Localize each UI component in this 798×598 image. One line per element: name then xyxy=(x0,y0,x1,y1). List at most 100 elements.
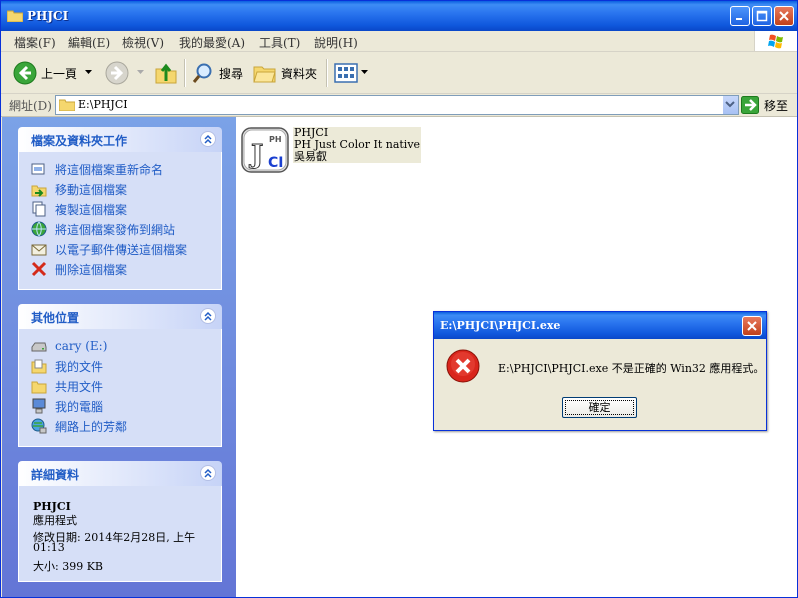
collapse-chevron-icon[interactable] xyxy=(200,308,216,324)
place-drive-e[interactable]: cary (E:) xyxy=(31,337,107,355)
details-title: 詳細資料 xyxy=(31,468,80,482)
dialog-message: E:\PHJCI\PHJCI.exe 不是正確的 Win32 應用程式。 xyxy=(498,362,765,375)
folder-icon xyxy=(6,9,24,23)
error-icon xyxy=(446,349,480,383)
windows-logo-icon xyxy=(754,31,797,51)
address-value: E:\PHJCI xyxy=(78,98,128,111)
chevron-down-icon[interactable] xyxy=(361,70,369,76)
up-folder-icon xyxy=(155,63,177,84)
address-label: 網址(D) xyxy=(9,99,52,113)
place-shared-documents[interactable]: 共用文件 xyxy=(31,377,103,395)
file-tasks-body: 將這個檔案重新命名 移動這個檔案 複製這個檔案 將這個檔案發佈到網站 以電子郵件… xyxy=(18,152,222,290)
menu-help[interactable]: 說明(H) xyxy=(314,34,358,51)
drive-icon xyxy=(31,342,47,352)
other-places-header[interactable]: 其他位置 xyxy=(18,304,222,329)
forward-arrow-icon xyxy=(105,61,129,85)
maximize-button[interactable] xyxy=(752,6,772,26)
back-button[interactable]: 上一頁 xyxy=(13,59,93,87)
folder-icon xyxy=(59,99,75,111)
search-icon xyxy=(192,63,212,83)
ok-button[interactable]: 確定 xyxy=(562,397,637,418)
close-button[interactable] xyxy=(774,6,794,26)
explorer-window: PHJCI 檔案(F) 編輯(E) 檢視(V) 我的最愛(A) 工具(T) 說明… xyxy=(0,0,798,598)
file-tasks-title: 檔案及資料夾工作 xyxy=(31,134,128,148)
details-body: PHJCI 應用程式 修改日期: 2014年2月28日, 上午 01:13 大小… xyxy=(18,486,222,582)
task-publish-web[interactable]: 將這個檔案發佈到網站 xyxy=(31,220,175,238)
task-pane: 檔案及資料夾工作 將這個檔案重新命名 移動這個檔案 複製這個檔案 將這個檔案發佈… xyxy=(2,117,236,597)
search-label: 搜尋 xyxy=(219,66,244,81)
folders-label: 資料夾 xyxy=(281,66,318,81)
task-copy[interactable]: 複製這個檔案 xyxy=(31,200,127,218)
error-dialog: E:\PHJCI\PHJCI.exe E:\PHJCI\PHJCI.exe 不是… xyxy=(433,311,767,431)
chevron-down-icon[interactable] xyxy=(137,70,145,76)
details-size: 大小: 399 KB xyxy=(33,560,103,573)
file-tasks-header[interactable]: 檔案及資料夾工作 xyxy=(18,127,222,152)
folders-icon xyxy=(253,66,276,83)
folders-button[interactable]: 資料夾 xyxy=(253,59,317,87)
details-header[interactable]: 詳細資料 xyxy=(18,461,222,486)
minimize-button[interactable] xyxy=(730,6,750,26)
collapse-chevron-icon[interactable] xyxy=(200,131,216,147)
move-icon xyxy=(31,185,47,197)
toolbar-separator xyxy=(326,59,328,87)
chevron-down-icon[interactable] xyxy=(85,70,93,76)
forward-button[interactable] xyxy=(105,59,145,87)
menu-view[interactable]: 檢視(V) xyxy=(122,34,164,51)
file-tasks-panel: 檔案及資料夾工作 將這個檔案重新命名 移動這個檔案 複製這個檔案 將這個檔案發佈… xyxy=(18,127,222,290)
globe-icon xyxy=(31,221,47,237)
menu-edit[interactable]: 編輯(E) xyxy=(68,34,110,51)
details-panel: 詳細資料 PHJCI 應用程式 修改日期: 2014年2月28日, 上午 01:… xyxy=(18,461,222,582)
file-item-phjci[interactable]: PH J CI PHJCI PH Just Color It native 吳易… xyxy=(241,127,422,175)
place-my-computer[interactable]: 我的電腦 xyxy=(31,397,103,415)
address-input[interactable]: E:\PHJCI xyxy=(55,95,739,115)
phjci-app-icon: PH J CI xyxy=(241,127,289,173)
shared-folder-icon xyxy=(31,381,47,394)
collapse-chevron-icon[interactable] xyxy=(200,465,216,481)
ok-label: 確定 xyxy=(565,400,634,415)
icon-ph-text: PH xyxy=(269,135,282,144)
views-icon xyxy=(334,63,358,83)
my-computer-icon xyxy=(32,398,46,414)
task-email[interactable]: 以電子郵件傳送這個檔案 xyxy=(31,240,187,258)
place-my-documents[interactable]: 我的文件 xyxy=(31,357,103,375)
task-move[interactable]: 移動這個檔案 xyxy=(31,180,127,198)
my-documents-icon xyxy=(31,359,47,374)
back-arrow-icon xyxy=(13,61,37,85)
go-label: 移至 xyxy=(764,98,789,113)
go-arrow-icon xyxy=(741,96,759,114)
network-icon xyxy=(31,418,47,434)
menu-tools[interactable]: 工具(T) xyxy=(259,34,300,51)
address-bar: 網址(D) E:\PHJCI 移至 xyxy=(1,94,797,117)
task-rename[interactable]: 將這個檔案重新命名 xyxy=(31,160,163,178)
dialog-close-button[interactable] xyxy=(742,316,762,336)
menu-favorites[interactable]: 我的最愛(A) xyxy=(179,34,245,51)
title-bar[interactable]: PHJCI xyxy=(1,1,797,31)
rename-icon xyxy=(31,163,45,175)
address-dropdown-button[interactable] xyxy=(722,96,738,114)
details-type: 應用程式 xyxy=(33,514,77,527)
search-button[interactable]: 搜尋 xyxy=(191,59,243,87)
file-company: 吳易叡 xyxy=(294,150,327,163)
other-places-title: 其他位置 xyxy=(31,311,80,325)
file-label: PHJCI PH Just Color It native 吳易叡 xyxy=(293,127,422,163)
dialog-title-bar[interactable]: E:\PHJCI\PHJCI.exe xyxy=(434,312,766,339)
other-places-panel: 其他位置 cary (E:) 我的文件 共用文件 我的電腦 網路上的芳鄰 xyxy=(18,304,222,447)
dialog-title: E:\PHJCI\PHJCI.exe xyxy=(440,319,561,332)
views-button[interactable] xyxy=(334,59,369,87)
back-label: 上一頁 xyxy=(41,66,78,81)
menu-file[interactable]: 檔案(F) xyxy=(14,34,56,51)
window-title: PHJCI xyxy=(27,9,69,23)
place-network[interactable]: 網路上的芳鄰 xyxy=(31,417,127,435)
email-icon xyxy=(31,244,47,256)
toolbar-separator xyxy=(184,59,186,87)
icon-j-text: J xyxy=(249,140,263,170)
copy-icon xyxy=(32,201,46,217)
task-delete[interactable]: 刪除這個檔案 xyxy=(31,260,127,278)
go-button[interactable]: 移至 xyxy=(741,96,788,114)
icon-ci-text: CI xyxy=(268,155,283,171)
details-modified-time: 01:13 xyxy=(33,541,65,554)
up-folder-button[interactable] xyxy=(154,59,178,87)
chevron-down-icon xyxy=(725,101,735,108)
delete-icon xyxy=(31,261,47,277)
menu-bar: 檔案(F) 編輯(E) 檢視(V) 我的最愛(A) 工具(T) 說明(H) xyxy=(1,31,797,52)
